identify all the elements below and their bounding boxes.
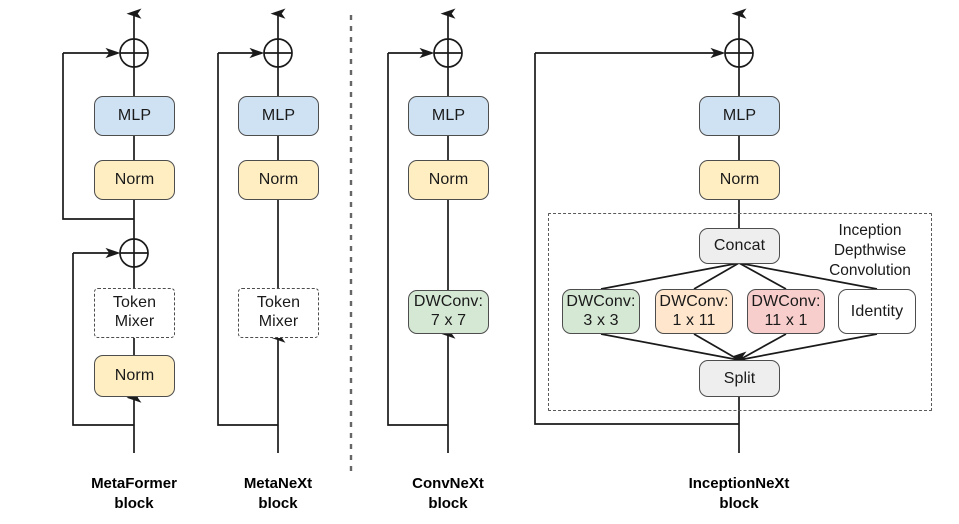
inceptionnext-split-box: Split [699, 360, 780, 397]
inceptionnext-mlp-label: MLP [722, 107, 757, 125]
inceptionnext-norm-label: Norm [719, 171, 760, 189]
inceptionnext-mlp-box: MLP [699, 96, 780, 136]
metanext-caption-line-2: block [258, 495, 298, 513]
inceptionnext-norm-box: Norm [699, 160, 780, 200]
metanext-mlp-box: MLP [238, 96, 319, 136]
metanext-caption-line-1: MetaNeXt [243, 475, 313, 492]
metanext-token-mixer-label-1: Token [256, 294, 301, 312]
metanext-token-mixer-box: Token Mixer [238, 288, 319, 338]
convnext-mlp-label: MLP [431, 107, 466, 125]
dwconv-1x11-label-1: DWConv: [659, 292, 729, 310]
convnext-caption-line-1: ConvNeXt [412, 475, 484, 492]
group-caption-line-2: Depthwise [833, 241, 907, 259]
metaformer-caption-line-1: MetaFormer [91, 475, 177, 492]
metanext-token-mixer-label-2: Mixer [258, 313, 299, 330]
inceptionnext-concat-box: Concat [699, 228, 780, 264]
dwconv-1x11-label-2: 1 x 11 [672, 311, 716, 329]
inceptionnext-block-caption: InceptionNeXt block [649, 474, 829, 515]
convnext-norm-label: Norm [428, 171, 469, 189]
figure-canvas: MLP Norm Token Mixer Norm MetaFormer blo… [0, 0, 959, 524]
inceptionnext-caption-line-2: block [719, 495, 759, 513]
convnext-block-caption: ConvNeXt block [363, 474, 533, 515]
metanext-norm-box: Norm [238, 160, 319, 200]
metaformer-norm-lower-label: Norm [114, 367, 155, 385]
inceptionnext-dwconv-3x3-box: DWConv: 3 x 3 [562, 289, 640, 334]
identity-label: Identity [850, 302, 904, 320]
metaformer-token-mixer-label-1: Token [112, 294, 157, 312]
metaformer-mlp-label: MLP [117, 107, 152, 125]
convnext-norm-box: Norm [408, 160, 489, 200]
inceptionnext-dwconv-1x11-box: DWConv: 1 x 11 [655, 289, 733, 334]
metaformer-token-mixer-label-2: Mixer [114, 313, 155, 330]
inception-depthwise-convolution-caption: Inception Depthwise Convolution [808, 221, 932, 280]
convnext-dwconv-label-1: DWConv: [413, 293, 484, 311]
dwconv-3x3-label-1: DWConv: [566, 292, 636, 310]
dwconv-11x1-label-1: DWConv: [751, 292, 821, 310]
convnext-dwconv-label-2: 7 x 7 [430, 312, 467, 329]
metaformer-norm-upper-label: Norm [114, 171, 155, 189]
dwconv-11x1-label-2: 11 x 1 [764, 311, 808, 329]
group-caption-line-3: Convolution [829, 261, 911, 279]
convnext-mlp-box: MLP [408, 96, 489, 136]
inceptionnext-dwconv-11x1-box: DWConv: 11 x 1 [747, 289, 825, 334]
metaformer-norm-upper-box: Norm [94, 160, 175, 200]
inceptionnext-caption-line-1: InceptionNeXt [688, 475, 790, 492]
metanext-mlp-label: MLP [261, 107, 296, 125]
convnext-caption-line-2: block [428, 495, 468, 513]
metaformer-mlp-box: MLP [94, 96, 175, 136]
dwconv-3x3-label-2: 3 x 3 [583, 311, 619, 329]
metanext-norm-label: Norm [258, 171, 299, 189]
convnext-dwconv-box: DWConv: 7 x 7 [408, 290, 489, 334]
inceptionnext-concat-label: Concat [713, 237, 766, 255]
metaformer-norm-lower-box: Norm [94, 355, 175, 397]
metanext-block-caption: MetaNeXt block [193, 474, 363, 515]
group-caption-line-1: Inception [838, 222, 902, 239]
inceptionnext-identity-box: Identity [838, 289, 916, 334]
metaformer-token-mixer-box: Token Mixer [94, 288, 175, 338]
inceptionnext-split-label: Split [723, 369, 756, 387]
